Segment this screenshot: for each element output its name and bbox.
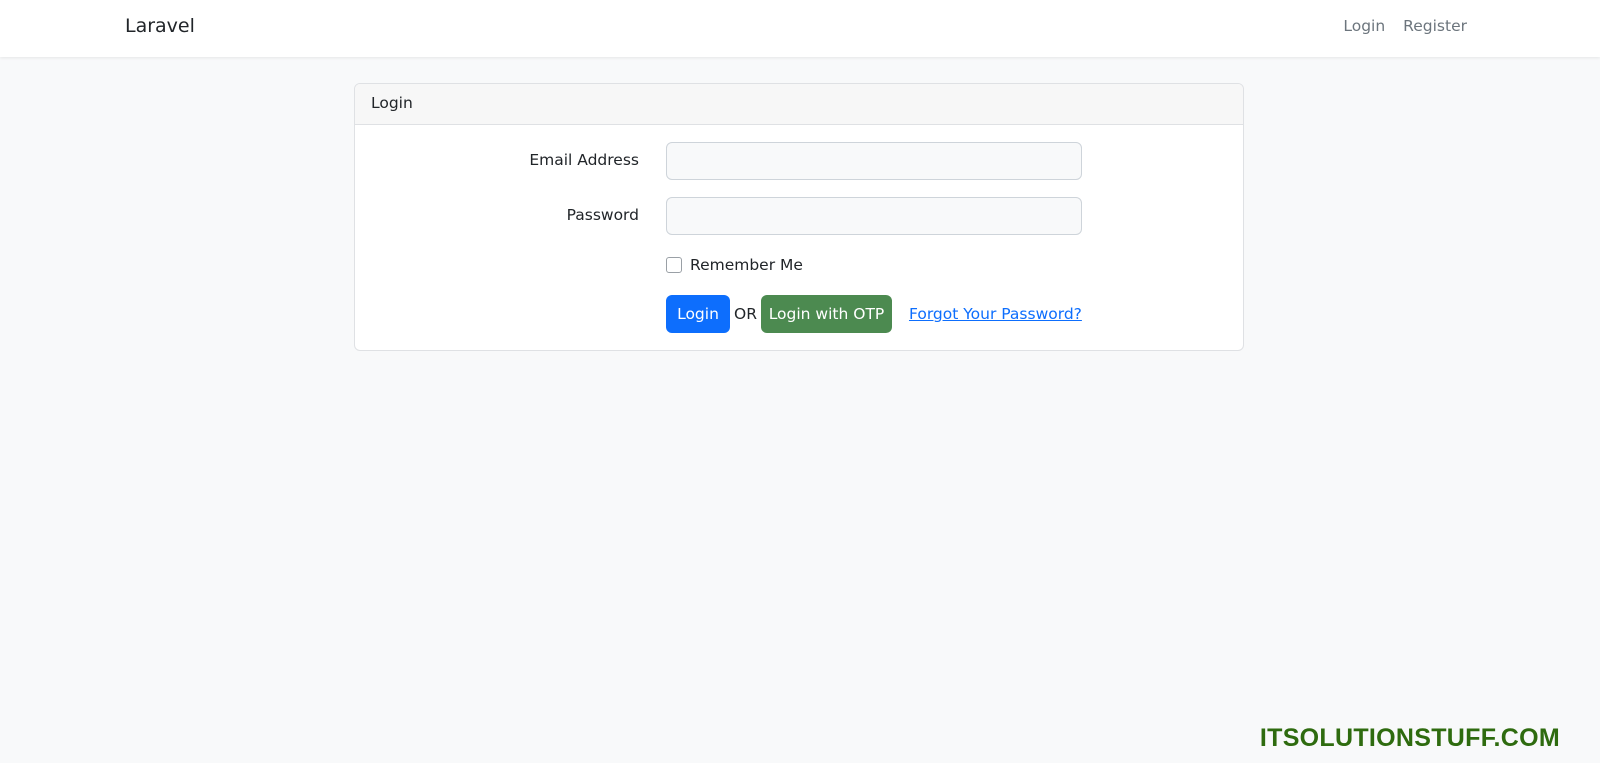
login-card: Login Email Address Password Remember Me… <box>354 83 1244 351</box>
brand-link[interactable]: Laravel <box>125 15 195 37</box>
nav-login-link[interactable]: Login <box>1343 17 1385 35</box>
remember-checkbox[interactable] <box>666 257 682 273</box>
email-label: Email Address <box>529 151 639 169</box>
remember-me[interactable]: Remember Me <box>666 256 803 274</box>
password-input[interactable] <box>666 197 1082 235</box>
login-otp-button[interactable]: Login with OTP <box>760 295 892 333</box>
forgot-password-link[interactable]: Forgot Your Password? <box>909 305 1082 323</box>
password-label: Password <box>566 206 639 224</box>
login-button[interactable]: Login <box>666 295 730 333</box>
nav-links: Login Register <box>1343 17 1467 35</box>
remember-label[interactable]: Remember Me <box>690 256 803 274</box>
watermark: ITSOLUTIONSTUFF.COM <box>1259 724 1560 752</box>
top-navbar: Laravel Login Register <box>0 0 1600 57</box>
nav-register-link[interactable]: Register <box>1403 17 1467 35</box>
action-buttons: Login OR Login with OTP Forgot Your Pass… <box>666 295 1082 333</box>
or-text: OR <box>734 305 757 323</box>
email-input[interactable] <box>666 142 1082 180</box>
card-header: Login <box>355 84 1243 125</box>
